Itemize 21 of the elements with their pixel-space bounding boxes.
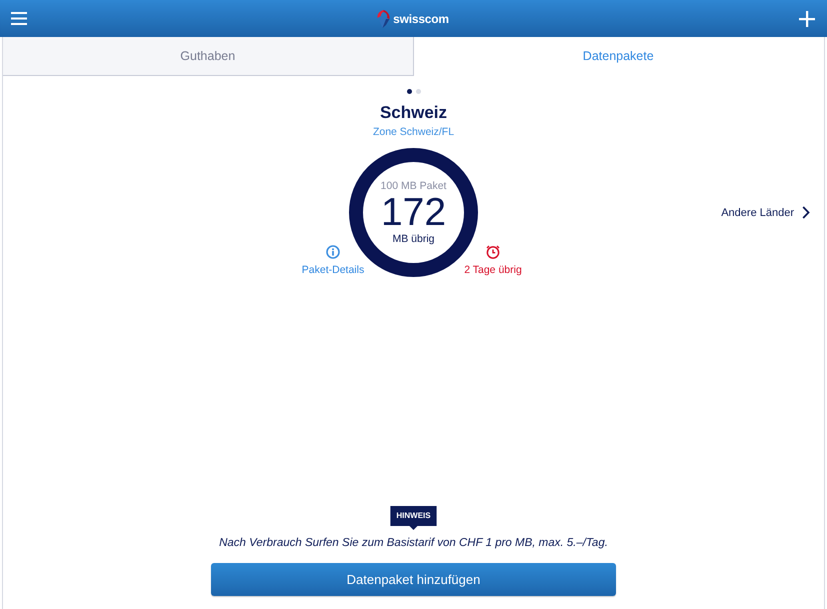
tab[interactable]: Guthaben — [3, 37, 414, 76]
page-dot-icon[interactable] — [406, 89, 412, 94]
logo-icon — [377, 10, 390, 28]
zone-label: Zone Schweiz/FL — [372, 125, 454, 139]
brand-name: swisscom — [393, 12, 449, 26]
remaining-amount: 172 — [380, 192, 446, 232]
page-dot-icon[interactable] — [416, 89, 420, 94]
menu-icon — [11, 12, 27, 25]
info-icon — [326, 245, 340, 259]
expiry-text: 2 Tage übrig — [464, 264, 522, 276]
package-title: Schweiz — [380, 102, 448, 124]
package-name: 100 MB Paket — [380, 180, 446, 192]
package-details-link[interactable]: Paket-Details — [293, 245, 373, 276]
chevron-right-icon — [802, 206, 810, 219]
add-package-button[interactable]: Datenpaket hinzufügen — [211, 563, 616, 596]
clock-icon — [486, 245, 500, 259]
notice-badge: HINWEIS — [390, 506, 437, 530]
notice-text: Nach Verbrauch Surfen Sie zum Basistarif von CHF 1 pro MB, max. 5.–/Tag. — [219, 536, 608, 551]
other-countries-link[interactable]: Andere Länder — [721, 206, 810, 219]
remaining-unit: MB übrig — [392, 232, 434, 246]
plus-icon — [798, 10, 815, 26]
